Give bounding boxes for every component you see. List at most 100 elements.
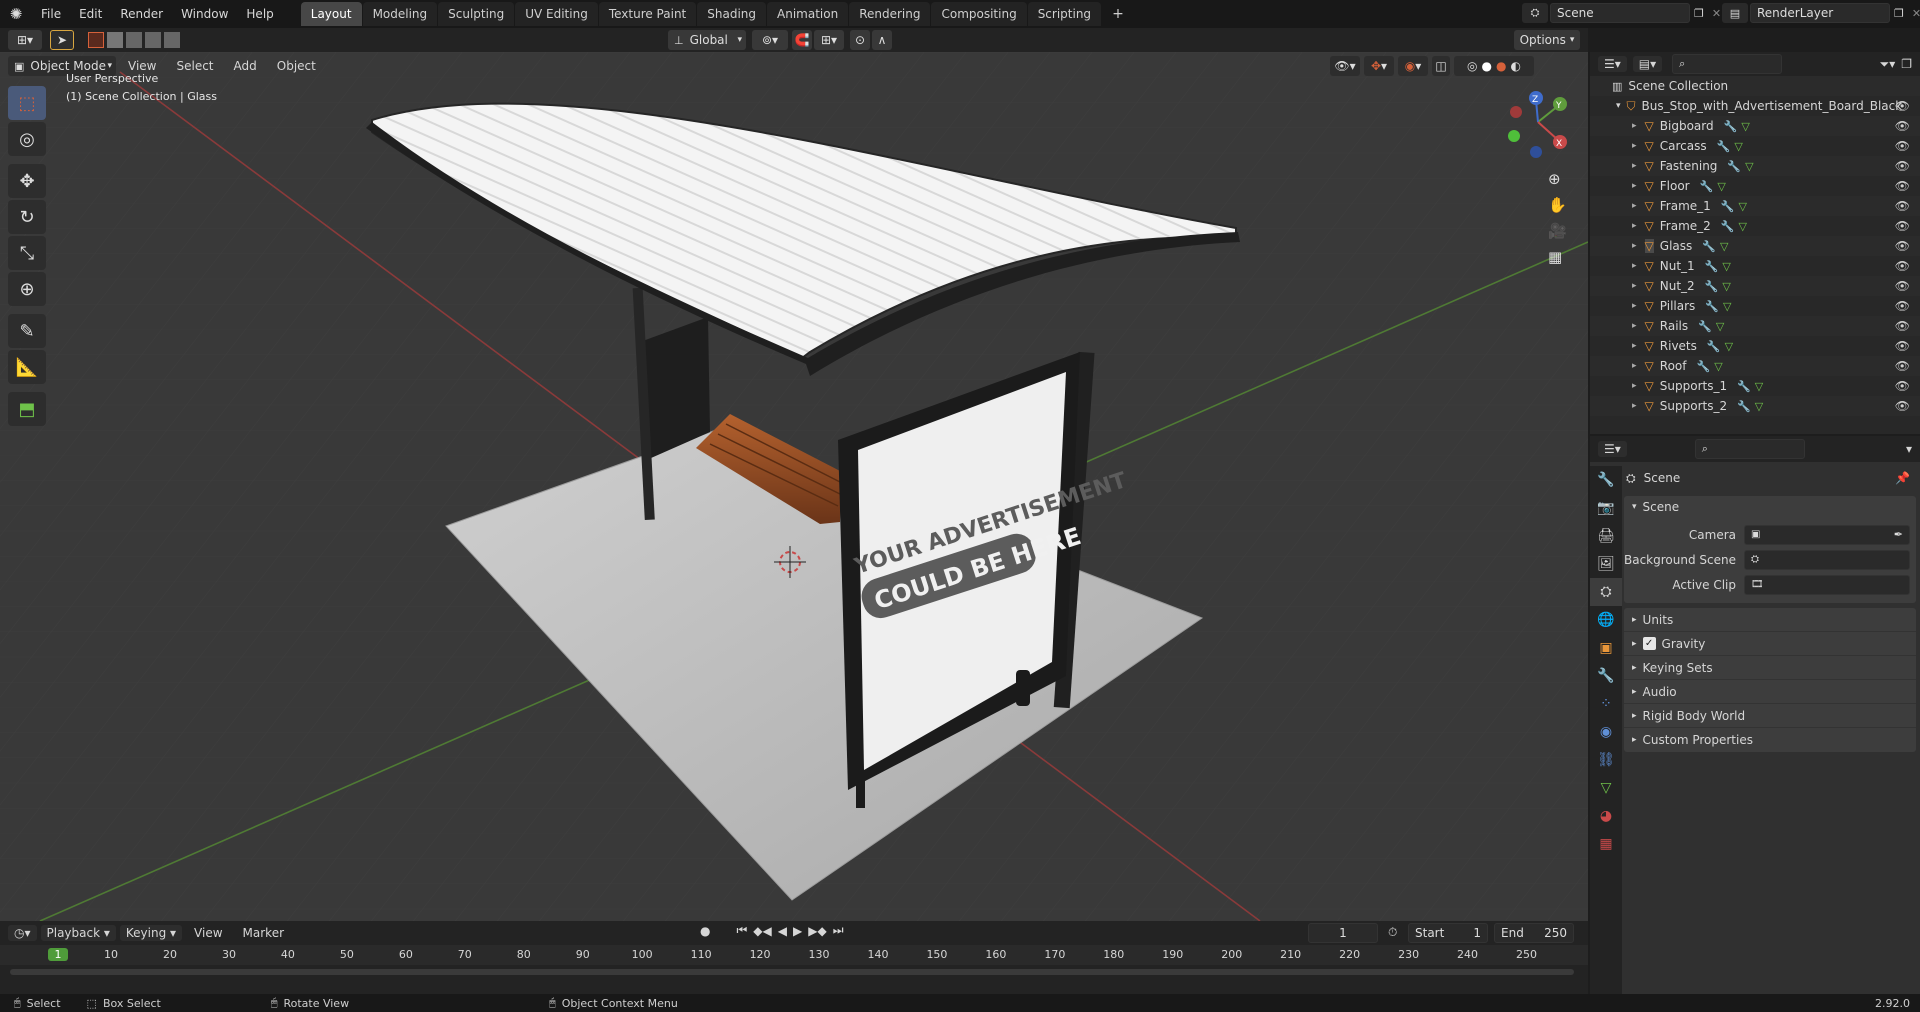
wireframe-shading-icon[interactable]: ◎ [1467, 59, 1477, 73]
modifier-icon[interactable]: 🔧 [1717, 140, 1731, 153]
menu-render[interactable]: Render [111, 7, 172, 21]
modifier-icon[interactable]: 🔧 [1702, 240, 1716, 253]
delete-scene-icon[interactable]: ✕ [1712, 7, 1721, 20]
modifier-icon[interactable]: 🔧 [1724, 120, 1738, 133]
constraints-tab-icon[interactable]: ⛓ [1590, 746, 1622, 774]
outliner-item-rails[interactable]: ▸ ▽ Rails 🔧 ▽ 👁 [1590, 316, 1920, 336]
properties-search-input[interactable]: ⌕ [1694, 439, 1805, 459]
particles-tab-icon[interactable]: ⁘ [1590, 690, 1622, 718]
mesh-data-icon[interactable]: ▽ [1716, 320, 1724, 333]
mesh-data-icon[interactable]: ▽ [1739, 220, 1747, 233]
expand-arrow-icon[interactable]: ▸ [1632, 361, 1637, 371]
annotate-tool-icon[interactable]: ✎ [8, 314, 46, 348]
section-audio[interactable]: ▸ Audio [1624, 680, 1916, 704]
view-layer-icon[interactable]: ▤ [1722, 3, 1748, 23]
properties-editor-icon[interactable]: ☰▾ [1598, 441, 1627, 457]
section-rigid-body-world[interactable]: ▸ Rigid Body World [1624, 704, 1916, 728]
modifier-icon[interactable]: 🔧 [1721, 200, 1735, 213]
jump-end-icon[interactable]: ⏭ [833, 923, 844, 938]
outliner-item-bigboard[interactable]: ▸ ▽ Bigboard 🔧 ▽ 👁 [1590, 116, 1920, 136]
mesh-data-icon[interactable]: ▽ [1734, 140, 1742, 153]
select-box-tool-icon[interactable]: ⬚ [8, 86, 46, 120]
scene-panel-header[interactable]: ▾ Scene [1624, 496, 1916, 518]
eye-icon[interactable]: 👁 [1895, 399, 1910, 413]
eye-icon[interactable]: 👁 [1895, 379, 1910, 393]
modifier-icon[interactable]: 🔧 [1705, 280, 1719, 293]
timeline-view-menu[interactable]: View [186, 926, 230, 940]
tool-tab-icon[interactable]: 🔧 [1590, 466, 1622, 494]
pan-hand-icon[interactable]: ✋ [1548, 196, 1567, 214]
current-frame-field[interactable]: 1 [1308, 923, 1378, 943]
select-difference-icon[interactable] [145, 32, 161, 48]
eye-icon[interactable]: 👁 [1895, 159, 1910, 173]
scene-name-field[interactable]: Scene [1550, 3, 1690, 23]
mesh-data-icon[interactable]: ▽ [1741, 120, 1749, 133]
outliner-item-rivets[interactable]: ▸ ▽ Rivets 🔧 ▽ 👁 [1590, 336, 1920, 356]
overlays-icon[interactable]: ◉ ▾ [1398, 56, 1428, 76]
outliner-item-glass[interactable]: ▸ ▽ Glass 🔧 ▽ 👁 [1590, 236, 1920, 256]
snap-target-button[interactable]: ⊞▾ [814, 30, 844, 50]
next-keyframe-icon[interactable]: ▶◆ [808, 924, 826, 938]
expand-arrow-icon[interactable]: ▸ [1632, 201, 1637, 211]
expand-arrow-icon[interactable]: ▸ [1632, 281, 1637, 291]
expand-arrow-icon[interactable]: ▸ [1632, 381, 1637, 391]
play-icon[interactable]: ▶ [793, 924, 802, 938]
render-tab-icon[interactable]: 📷 [1590, 494, 1622, 522]
eye-icon[interactable]: 👁 [1895, 119, 1910, 133]
modifier-icon[interactable]: 🔧 [1737, 400, 1751, 413]
tab-uv-editing[interactable]: UV Editing [515, 2, 598, 26]
modifier-icon[interactable]: 🔧 [1700, 180, 1714, 193]
eye-icon[interactable]: 👁 [1895, 219, 1910, 233]
pin-icon[interactable]: 📌 [1895, 471, 1910, 485]
visibility-icon[interactable]: 👁▾ [1330, 56, 1360, 76]
modifier-tab-icon[interactable]: 🔧 [1590, 662, 1622, 690]
menu-help[interactable]: Help [237, 7, 282, 21]
outliner-item-pillars[interactable]: ▸ ▽ Pillars 🔧 ▽ 👁 [1590, 296, 1920, 316]
eye-icon[interactable]: 👁 [1895, 179, 1910, 193]
modifier-icon[interactable]: 🔧 [1737, 380, 1751, 393]
eye-icon[interactable]: 👁 [1895, 299, 1910, 313]
tab-modeling[interactable]: Modeling [362, 2, 438, 26]
prev-keyframe-icon[interactable]: ◆◀ [753, 924, 771, 938]
playback-menu[interactable]: Playback ▾ [40, 925, 116, 941]
outliner-item-frame-2[interactable]: ▸ ▽ Frame_2 🔧 ▽ 👁 [1590, 216, 1920, 236]
record-icon[interactable]: ● [700, 924, 710, 938]
background-scene-field[interactable]: ⛭ [1744, 549, 1910, 570]
section-custom-properties[interactable]: ▸ Custom Properties [1624, 728, 1916, 752]
menu-object[interactable]: Object [269, 59, 324, 73]
start-frame-field[interactable]: Start 1 [1408, 923, 1488, 943]
mesh-data-icon[interactable]: ▽ [1720, 240, 1728, 253]
move-tool-icon[interactable]: ✥ [8, 164, 46, 198]
pivot-point-button[interactable]: ⊚▾ [752, 30, 788, 50]
mesh-data-icon[interactable]: ▽ [1745, 160, 1753, 173]
timeline-track[interactable] [0, 965, 1588, 979]
options-dropdown[interactable]: Options ▾ [1514, 30, 1580, 50]
outliner-item-roof[interactable]: ▸ ▽ Roof 🔧 ▽ 👁 [1590, 356, 1920, 376]
camera-field[interactable]: ▣ ✒ [1744, 524, 1910, 545]
view-layer-tab-icon[interactable]: 🖼 [1590, 550, 1622, 578]
mesh-data-icon[interactable]: ▽ [1723, 300, 1731, 313]
outliner-search-input[interactable]: ⌕ [1672, 54, 1783, 74]
mesh-data-icon[interactable]: ▽ [1717, 180, 1725, 193]
eye-icon[interactable]: 👁 [1895, 199, 1910, 213]
expand-arrow-icon[interactable]: ▸ [1632, 261, 1637, 271]
tab-sculpting[interactable]: Sculpting [438, 2, 515, 26]
tab-animation[interactable]: Animation [767, 2, 849, 26]
material-shading-icon[interactable]: ● [1496, 59, 1506, 73]
texture-tab-icon[interactable]: ▦ [1590, 830, 1622, 858]
camera-view-icon[interactable]: 🎥 [1548, 222, 1567, 240]
output-tab-icon[interactable]: 🖨 [1590, 522, 1622, 550]
tab-layout[interactable]: Layout [300, 2, 362, 26]
stopwatch-icon[interactable]: ⏱ [1388, 925, 1397, 940]
expand-arrow-icon[interactable]: ▸ [1632, 121, 1637, 131]
select-subtract-icon[interactable] [126, 32, 142, 48]
tab-rendering[interactable]: Rendering [849, 2, 931, 26]
expand-arrow-icon[interactable]: ▸ [1632, 321, 1637, 331]
world-tab-icon[interactable]: 🌐 [1590, 606, 1622, 634]
falloff-icon[interactable]: ∧ [872, 30, 892, 50]
data-tab-icon[interactable]: ▽ [1590, 774, 1622, 802]
tab-texture-paint[interactable]: Texture Paint [598, 2, 697, 26]
frame-ruler[interactable]: 1 10 20 30 40 50 60 70 80 90 100 110 120 130 140 150 160… [0, 945, 1588, 965]
select-extend-icon[interactable] [107, 32, 123, 48]
outliner-collection[interactable]: ▾ ⛉ Bus_Stop_with_Advertisement_Board_Bl… [1590, 96, 1920, 116]
